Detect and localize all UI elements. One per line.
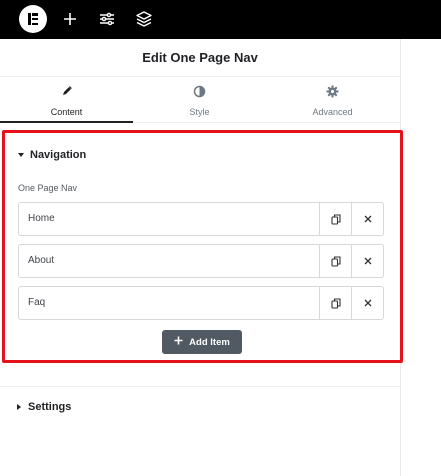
remove-button[interactable] [351,203,383,235]
settings-toggle[interactable]: Settings [17,401,71,413]
panel-tabs: Content Style Advanced [0,77,400,123]
top-toolbar [0,0,441,39]
gear-icon [266,85,399,99]
tab-style-label: Style [189,107,210,117]
layers-icon[interactable] [134,9,154,29]
settings-heading: Settings [28,401,72,413]
duplicate-button[interactable] [319,203,351,235]
remove-button[interactable] [351,245,383,277]
half-circle-icon [133,85,266,99]
repeater-label: One Page Nav [18,183,78,193]
tab-content[interactable]: Content [0,77,133,123]
repeater-item-title: Faq [28,297,46,308]
plus-icon[interactable] [60,9,80,29]
section-divider [0,386,400,387]
elementor-logo-icon[interactable] [19,5,47,33]
tab-advanced[interactable]: Advanced [266,77,399,123]
navigation-heading: Navigation [30,149,87,161]
sliders-icon[interactable] [97,9,117,29]
caret-down-icon [18,153,24,157]
repeater-item-title: Home [28,213,55,224]
navigation-section: Navigation One Page Nav Home About Faq A… [2,130,403,363]
plus-icon [174,336,183,348]
caret-right-icon [17,404,21,410]
add-item-label: Add Item [189,336,230,348]
duplicate-button[interactable] [319,245,351,277]
tab-advanced-label: Advanced [312,107,353,117]
editor-panel: Edit One Page Nav Content Style Advanced… [0,39,403,476]
repeater-item-title: About [28,255,55,266]
repeater-item[interactable]: Home [18,202,384,236]
add-item-button[interactable]: Add Item [162,330,242,354]
repeater-item[interactable]: About [18,244,384,278]
tab-style[interactable]: Style [133,77,266,123]
tab-content-label: Content [50,107,83,117]
panel-title: Edit One Page Nav [0,39,400,77]
remove-button[interactable] [351,287,383,319]
navigation-toggle[interactable]: Navigation [18,149,86,161]
repeater-item[interactable]: Faq [18,286,384,320]
canvas-edge [400,39,441,476]
duplicate-button[interactable] [319,287,351,319]
pencil-icon [0,85,133,99]
